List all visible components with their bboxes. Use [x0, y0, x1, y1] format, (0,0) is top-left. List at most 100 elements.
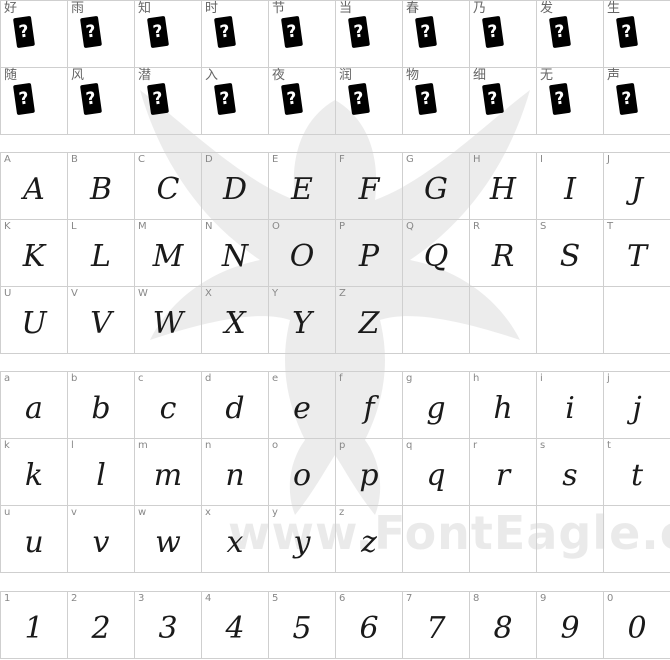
glyph-cell: 22: [68, 592, 135, 659]
uppercase-glyph-grid: AA BB CC DD EE FF GG HH II JJ KK LL MM N…: [0, 152, 670, 354]
glyph-cell: xx: [202, 506, 269, 573]
glyph-cell: ee: [269, 372, 336, 439]
empty-cell: [604, 287, 670, 354]
missing-glyph-icon: ?: [281, 15, 303, 49]
missing-glyph-icon: ?: [213, 82, 236, 116]
glyph-cell: 雨?: [68, 1, 135, 68]
glyph-sample: O: [289, 238, 315, 274]
glyph-sample: B: [89, 171, 113, 207]
glyph-cell: ss: [537, 439, 604, 506]
glyph-sample: c: [159, 390, 177, 426]
glyph-label: 声: [607, 68, 621, 83]
missing-glyph-icon: ?: [616, 82, 638, 116]
glyph-label: 雨: [71, 1, 85, 16]
glyph-cell: OO: [269, 220, 336, 287]
glyph-cell: pp: [336, 439, 403, 506]
glyph-cell: DD: [202, 153, 269, 220]
missing-glyph-icon: ?: [348, 15, 370, 49]
glyph-cell: JJ: [604, 153, 670, 220]
cjk-glyph-grid: 好? 雨? 知? 时? 节? 当? 春? 乃? 发? 生? 随? 风? 潜? 入…: [0, 0, 670, 135]
glyph-cell: 11: [1, 592, 68, 659]
glyph-cell: tt: [604, 439, 670, 506]
glyph-sample: W: [152, 305, 184, 341]
glyph-cell: LL: [68, 220, 135, 287]
glyph-cell: 无?: [537, 68, 604, 135]
glyph-cell: UU: [1, 287, 68, 354]
empty-cell: [470, 506, 537, 573]
glyph-sample: b: [91, 390, 111, 426]
glyph-cell: rr: [470, 439, 537, 506]
glyph-sample: h: [493, 390, 513, 426]
missing-glyph-icon: ?: [549, 15, 571, 49]
uppercase-row-1: AA BB CC DD EE FF GG HH II JJ: [1, 153, 670, 220]
glyph-sample: g: [426, 390, 446, 426]
lowercase-row-1: aa bb cc dd ee ff gg hh ii jj: [1, 372, 670, 439]
glyph-cell: 发?: [537, 1, 604, 68]
glyph-sample: 4: [225, 610, 245, 646]
glyph-sample: 1: [24, 610, 44, 646]
missing-glyph-icon: ?: [79, 15, 103, 49]
glyph-label: 时: [205, 1, 219, 16]
empty-cell: [537, 506, 604, 573]
glyph-cell: zz: [336, 506, 403, 573]
glyph-cell: 春?: [403, 1, 470, 68]
missing-glyph-icon: ?: [12, 82, 36, 116]
glyph-cell: 随?: [1, 68, 68, 135]
glyph-sample: 7: [426, 610, 446, 646]
glyph-cell: 物?: [403, 68, 470, 135]
glyph-cell: 夜?: [269, 68, 336, 135]
glyph-cell: nn: [202, 439, 269, 506]
glyph-sample: y: [293, 524, 311, 560]
glyph-label: 润: [339, 68, 353, 83]
glyph-label: 随: [4, 68, 18, 83]
glyph-sample: E: [291, 171, 313, 207]
glyph-cell: oo: [269, 439, 336, 506]
glyph-sample: Q: [423, 238, 449, 274]
missing-glyph-icon: ?: [146, 15, 169, 49]
glyph-cell: SS: [537, 220, 604, 287]
glyph-sample: e: [293, 390, 311, 426]
glyph-sample: m: [153, 457, 183, 493]
glyph-cell: II: [537, 153, 604, 220]
glyph-sample: I: [564, 171, 576, 207]
glyph-label: 发: [540, 1, 554, 16]
glyph-sample: Z: [358, 305, 380, 341]
glyph-cell: VV: [68, 287, 135, 354]
missing-glyph-icon: ?: [281, 82, 303, 116]
glyph-cell: 99: [537, 592, 604, 659]
cjk-row-2: 随? 风? 潜? 入? 夜? 润? 物? 细? 无? 声?: [1, 68, 670, 135]
glyph-sample: X: [224, 305, 246, 341]
glyph-sample: q: [426, 457, 446, 493]
glyph-cell: WW: [135, 287, 202, 354]
glyph-sample: M: [152, 238, 184, 274]
glyph-label: 生: [607, 1, 621, 16]
glyph-sample: J: [630, 171, 644, 207]
glyph-cell: RR: [470, 220, 537, 287]
glyph-cell: MM: [135, 220, 202, 287]
glyph-cell: 时?: [202, 1, 269, 68]
glyph-sample: r: [495, 457, 511, 493]
glyph-sample: U: [21, 305, 47, 341]
glyph-cell: gg: [403, 372, 470, 439]
glyph-sample: o: [292, 457, 312, 493]
empty-cell: [470, 287, 537, 354]
glyph-sample: 8: [493, 610, 513, 646]
missing-glyph-icon: ?: [549, 82, 571, 116]
glyph-cell: QQ: [403, 220, 470, 287]
glyph-sample: 5: [292, 610, 312, 646]
glyph-sample: u: [24, 524, 44, 560]
glyph-cell: 33: [135, 592, 202, 659]
glyph-cell: vv: [68, 506, 135, 573]
missing-glyph-icon: ?: [348, 82, 370, 116]
glyph-cell: 88: [470, 592, 537, 659]
glyph-label: 夜: [272, 68, 286, 83]
glyph-sample: C: [156, 171, 180, 207]
glyph-sample: 2: [91, 610, 111, 646]
glyph-sample: f: [363, 390, 375, 426]
glyph-label: 知: [138, 1, 152, 16]
glyph-cell: dd: [202, 372, 269, 439]
glyph-cell: XX: [202, 287, 269, 354]
glyph-cell: kk: [1, 439, 68, 506]
glyph-cell: 当?: [336, 1, 403, 68]
glyph-sample: j: [632, 390, 642, 426]
